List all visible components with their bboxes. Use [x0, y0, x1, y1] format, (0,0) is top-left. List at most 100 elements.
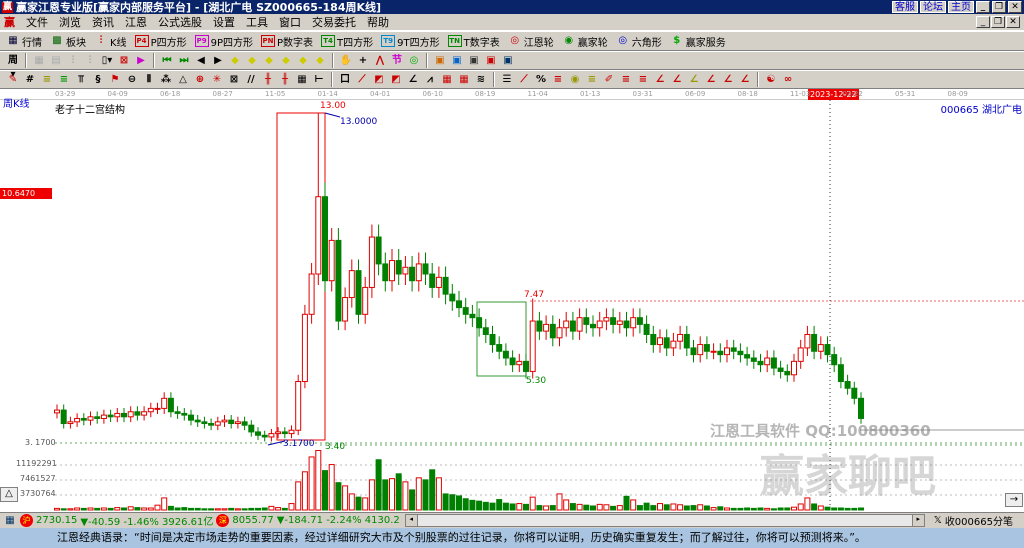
percent-lines2-icon[interactable]: ≡ [551, 73, 565, 87]
toolbar-item-10[interactable]: ◉ 赢家轮 [562, 34, 607, 49]
crosshair-icon[interactable]: + [356, 54, 370, 68]
period-week-icon[interactable]: 周▾ [6, 54, 20, 80]
customer-service-link[interactable]: 客服 [892, 1, 918, 13]
menu-formula[interactable]: 公式选股 [158, 14, 202, 30]
taiji-icon[interactable]: ☯ [764, 73, 778, 87]
zoom-in-icon[interactable]: ◆ [228, 54, 242, 68]
toolbar-item-0[interactable]: ▦ 行情 [6, 34, 42, 49]
right-icon[interactable]: ▶ [211, 54, 225, 68]
fan-lines5-icon[interactable]: ∠ [721, 73, 735, 87]
grid-icon[interactable]: ▦ [32, 54, 46, 68]
box-icon[interactable]: ⊠ [227, 73, 241, 87]
left-icon[interactable]: ◀ [194, 54, 208, 68]
forum-link[interactable]: 论坛 [920, 1, 946, 13]
line-icon[interactable]: ⋀ [373, 54, 387, 68]
scroll-right-button[interactable]: → [1005, 493, 1023, 507]
menu-window[interactable]: 窗口 [279, 14, 301, 30]
flag-icon[interactable]: ▶ [134, 54, 148, 68]
notebook-icon[interactable]: ▣ [467, 54, 481, 68]
toolbar-item-8[interactable]: TN T数字表 [447, 34, 500, 49]
calculator-icon[interactable]: ▣ [450, 54, 464, 68]
time-icon[interactable]: ╫ [261, 73, 275, 87]
shrink-h-icon[interactable]: ◆ [279, 54, 293, 68]
gann-fan-icon[interactable]: ≡ [40, 73, 54, 87]
triangle-icon[interactable]: △ [176, 73, 190, 87]
restore-right-icon[interactable]: ⊠ [117, 54, 131, 68]
toolbar-item-2[interactable]: ⫶ K线 [94, 34, 127, 49]
menu-help[interactable]: 帮助 [367, 14, 389, 30]
toolbar-item-9[interactable]: ◎ 江恩轮 [508, 34, 553, 49]
close-button[interactable]: ✕ [1008, 1, 1022, 13]
brush-icon[interactable]: ✐ [602, 73, 616, 87]
mdi-close-button[interactable]: ✕ [1006, 16, 1020, 28]
toolbar-item-3[interactable]: P4 P四方形 [134, 34, 187, 49]
gold-lines-icon[interactable]: ≡ [585, 73, 599, 87]
infinity-icon[interactable]: ∞ [781, 73, 795, 87]
circle-line-icon[interactable]: ⊖ [125, 73, 139, 87]
scroll-left-arrow[interactable]: ◂ [405, 515, 418, 526]
percent-icon[interactable]: % [534, 73, 548, 87]
fan-lines2-icon[interactable]: ∠ [670, 73, 684, 87]
gold-coin-icon[interactable]: ◉ [568, 73, 582, 87]
app-menu-icon[interactable]: 赢 [4, 14, 15, 30]
rect-icon[interactable]: 口 [338, 73, 352, 87]
save-icon[interactable]: ▣ [484, 54, 498, 68]
spiral-icon[interactable]: § [91, 73, 105, 87]
grid-lines-icon[interactable]: # [23, 73, 37, 87]
range-icon[interactable]: ⊢ [312, 73, 326, 87]
menu-news[interactable]: 资讯 [92, 14, 114, 30]
toolbar-item-6[interactable]: T4 T四方形 [321, 34, 373, 49]
square-n-icon[interactable]: ⁂ [159, 73, 173, 87]
gold-icon[interactable]: ≡ [636, 73, 650, 87]
grid3-icon[interactable]: ▦ [457, 73, 471, 87]
fan-lines6-icon[interactable]: ∠ [738, 73, 752, 87]
matrix-icon[interactable]: ▦ [295, 73, 309, 87]
collapse-panel-button[interactable]: △ [0, 487, 18, 502]
toolbar-item-5[interactable]: PN P数字表 [261, 34, 313, 49]
truck-icon[interactable]: ▣ [501, 54, 515, 68]
angle-icon[interactable]: ∠ [406, 73, 420, 87]
fan-lines4-icon[interactable]: ∠ [704, 73, 718, 87]
star-icon[interactable]: ✳ [210, 73, 224, 87]
first-icon[interactable]: ⏮ [160, 54, 174, 68]
cycle-lines-icon[interactable]: ⦀ [142, 73, 156, 87]
season-icon[interactable]: 节 [390, 54, 404, 68]
gann-fan2-icon[interactable]: ≡ [57, 73, 71, 87]
pen-icon[interactable]: ✎ [6, 73, 20, 87]
menu-trade[interactable]: 交易委托 [312, 14, 356, 30]
arc-icon[interactable]: ◩ [372, 73, 386, 87]
toolbar-item-4[interactable]: P9 9P四方形 [194, 34, 253, 49]
menu-tools[interactable]: 工具 [246, 14, 268, 30]
menu-gann[interactable]: 江恩 [125, 14, 147, 30]
slope-icon[interactable]: ⟋ [517, 73, 531, 87]
grid2-icon[interactable]: ▦ [440, 73, 454, 87]
toolbar-item-12[interactable]: $ 赢家服务 [670, 34, 725, 49]
menu-browse[interactable]: 浏览 [59, 14, 81, 30]
balance-icon[interactable]: ≡ [619, 73, 633, 87]
menu-file[interactable]: 文件 [26, 14, 48, 30]
shrink-v-icon[interactable]: ◆ [313, 54, 327, 68]
menu-settings[interactable]: 设置 [213, 14, 235, 30]
ruler-icon[interactable]: ☰ [500, 73, 514, 87]
expand-v-icon[interactable]: ◆ [296, 54, 310, 68]
price-icon[interactable]: ╫ [278, 73, 292, 87]
horizontal-scrollbar[interactable]: ◂ ▸ [404, 514, 925, 527]
page-icon[interactable]: ▤ [49, 54, 63, 68]
minimize-button[interactable]: _ [976, 1, 990, 13]
marker-icon[interactable]: ⚑ [108, 73, 122, 87]
candle-type-icon[interactable]: ▯▾ [100, 54, 114, 68]
bars2-icon[interactable]: ⫶ [83, 54, 97, 68]
bars-icon[interactable]: ⫶ [66, 54, 80, 68]
arc2-icon[interactable]: ◩ [389, 73, 403, 87]
zoom-out-icon[interactable]: ◆ [245, 54, 259, 68]
parallel-icon[interactable]: ≋ [474, 73, 488, 87]
fan-lines3-icon[interactable]: ∠ [687, 73, 701, 87]
scroll-right-arrow[interactable]: ▸ [911, 515, 924, 526]
toolbar-item-1[interactable]: ▩ 板块 [50, 34, 86, 49]
wave-icon[interactable]: ⩘ [423, 73, 437, 87]
kline-chart[interactable]: 周K线 老子十二宫结构 000665 湖北广电 10.6470 13.00 13… [0, 99, 1024, 512]
calendar-icon[interactable]: ▣ [433, 54, 447, 68]
homepage-link[interactable]: 主页 [948, 1, 974, 13]
fan-lines-icon[interactable]: ∠ [653, 73, 667, 87]
last-icon[interactable]: ⏭ [177, 54, 191, 68]
